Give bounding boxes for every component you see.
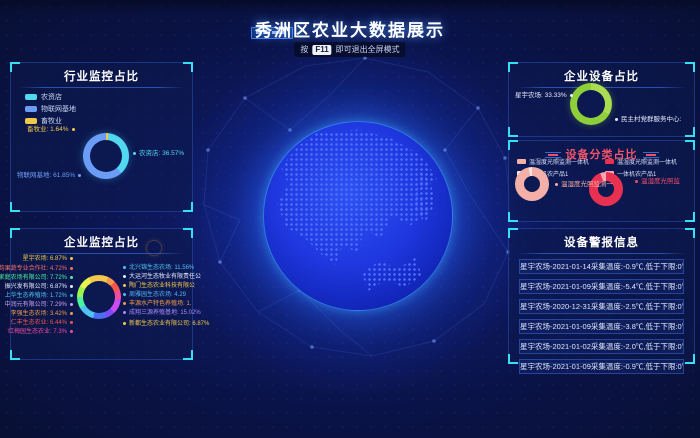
legend-swatch (605, 159, 614, 164)
panel-corner (508, 140, 518, 150)
panel-corner (10, 62, 20, 72)
page-title: 秀洲区农业大数据展示 (0, 16, 700, 41)
panel-corner (183, 62, 193, 72)
panel-title: 行业监控占比 (11, 68, 192, 84)
legend-swatch (25, 106, 37, 112)
panel-corner (10, 228, 20, 238)
legend-label: 农资店 (41, 92, 62, 102)
panel-corner (183, 350, 193, 360)
legend-swatch (517, 159, 526, 164)
chart-label: 民主村党群服务中心: (615, 113, 681, 123)
legend-item[interactable]: 温湿度光照监测一体机 (605, 157, 677, 166)
chart-label: 温湿度光照监 (635, 175, 680, 185)
chart-label: 陶门生态农业科技有限公 (123, 280, 195, 289)
panel-corner (183, 228, 193, 238)
globe (263, 121, 453, 311)
title-divider (19, 87, 184, 88)
enterprise-donut-chart[interactable] (77, 275, 121, 319)
legend-item[interactable]: 温湿度光照监测一体机 (517, 157, 589, 166)
panel-corner (685, 140, 695, 150)
device-class-donut-left[interactable] (515, 167, 549, 201)
alarm-list: 星宇农场-2021-01-14采集温度:-0.9℃,低于下限:0℃ 星宇农场-2… (509, 259, 694, 374)
chart-label: 家庭农场有限公司: 7.72% (0, 272, 73, 281)
panel-corner (685, 354, 695, 364)
device-ratio-donut-chart[interactable] (570, 83, 612, 125)
panel-corner (685, 127, 695, 137)
hint-suffix: 即可退出全屏模式 (336, 44, 400, 55)
chart-label: 周雅园生态农场: 4.29 (123, 289, 186, 298)
fullscreen-hint: 按 F11 即可退出全屏模式 (294, 42, 405, 57)
panel-corner (508, 212, 518, 222)
chart-label: 农资店: 36.57% (133, 147, 184, 157)
chart-label: 中润元有限公司: 7.29% (5, 299, 73, 308)
alarm-row: 星宇农场-2021-01-09采集温度:-3.8℃,低于下限:0℃ (519, 319, 684, 334)
alarm-row: 星宇农场-2021-01-14采集温度:-0.9℃,低于下限:0℃ (519, 259, 684, 274)
chart-label: 仁丰生态农业: 6.44% (11, 317, 73, 326)
chart-label: 李强生态农场: 3.42% (11, 308, 73, 317)
panel-title: 企业设备占比 (509, 68, 694, 84)
hint-prefix: 按 (300, 44, 308, 55)
panel-corner (183, 202, 193, 212)
chart-label: 温湿度光照监测一 (555, 178, 613, 188)
panel-corner (10, 350, 20, 360)
chart-label: 丰源水产特色养殖场: 1. (123, 298, 191, 307)
dashboard-screen: 秀洲区农业大数据展示 按 F11 即可退出全屏模式 行业监控占比 农资店 物联网… (0, 0, 700, 438)
chart-label: 红梅园生态农业: 7.3% (8, 326, 73, 335)
industry-donut-chart[interactable] (83, 133, 129, 179)
legend-label: 温湿度光照监测一体机 (617, 157, 677, 166)
panel-corner (508, 354, 518, 364)
f11-key-badge: F11 (312, 45, 331, 55)
chart-label: 星宇农场: 6.87% (23, 253, 73, 262)
chart-label: 成翔三源养殖基地: 15.02% (123, 307, 201, 316)
chart-label: 上华生态养殖场: 1.72% (5, 290, 73, 299)
panel-industry-monitor: 行业监控占比 农资店 物联网基地 畜牧业 畜牧业: 1.64% 农资店: 36.… (10, 62, 193, 212)
panel-corner (685, 228, 695, 238)
panel-device-ratio: 企业设备占比 星宇农场: 33.33% 民主村党群服务中心: (508, 62, 695, 137)
panel-corner (685, 212, 695, 222)
chart-label: 大运河生态牧业有限责任公 (123, 271, 201, 280)
chart-label: 畜牧业: 1.64% (27, 123, 75, 133)
panel-corner (10, 202, 20, 212)
alarm-row: 星宇农场-2021-01-09采集温度:-5.4℃,低于下限:0℃ (519, 279, 684, 294)
panel-corner (508, 62, 518, 72)
chart-label: 新都生态农业有限公司: 6.87% (123, 318, 209, 327)
chart-label: 振兴发有限公司: 6.87% (5, 281, 73, 290)
legend-label: 温湿度光照监测一体机 (529, 157, 589, 166)
panel-enterprise-monitor: 企业监控占比 星宇农场: 6.87% 彩韵果蔬专业合作社: 4.72% 家庭农场… (10, 228, 193, 360)
panel-device-alarms: 设备警报信息 星宇农场-2021-01-14采集温度:-0.9℃,低于下限:0℃… (508, 228, 695, 364)
chart-label: 彩韵果蔬专业合作社: 4.72% (0, 263, 73, 272)
chart-label: 星宇农场: 33.33% (515, 89, 573, 99)
panel-device-classification: 设备分类占比 温湿度光照监测一体机 一体机农产品1 温湿度光照监测一体机 一体机… (508, 140, 695, 222)
panel-corner (685, 62, 695, 72)
title-divider (517, 253, 686, 254)
panel-title: 设备警报信息 (509, 234, 694, 250)
alarm-row: 星宇农场-2021-01-02采集温度:-2.0℃,低于下限:0℃ (519, 339, 684, 354)
legend-item[interactable]: 物联网基地 (25, 104, 76, 114)
legend-item[interactable]: 农资店 (25, 92, 76, 102)
legend-label: 物联网基地 (41, 104, 76, 114)
alarm-row: 星宇农场-2020-12-31采集温度:-2.5℃,低于下限:0℃ (519, 299, 684, 314)
chart-label: 北兴锦生态农场: 11.56% (123, 262, 194, 271)
globe-continents (264, 122, 452, 310)
panel-corner (508, 228, 518, 238)
legend-swatch (25, 94, 37, 100)
panel-corner (508, 127, 518, 137)
alarm-row: 星宇农场-2021-01-09采集温度:-0.9℃,低于下限:0℃ (519, 359, 684, 374)
top-strip (0, 0, 700, 14)
chart-label: 物联网基地: 61.85% (17, 169, 81, 179)
panel-title: 企业监控占比 (11, 234, 192, 250)
